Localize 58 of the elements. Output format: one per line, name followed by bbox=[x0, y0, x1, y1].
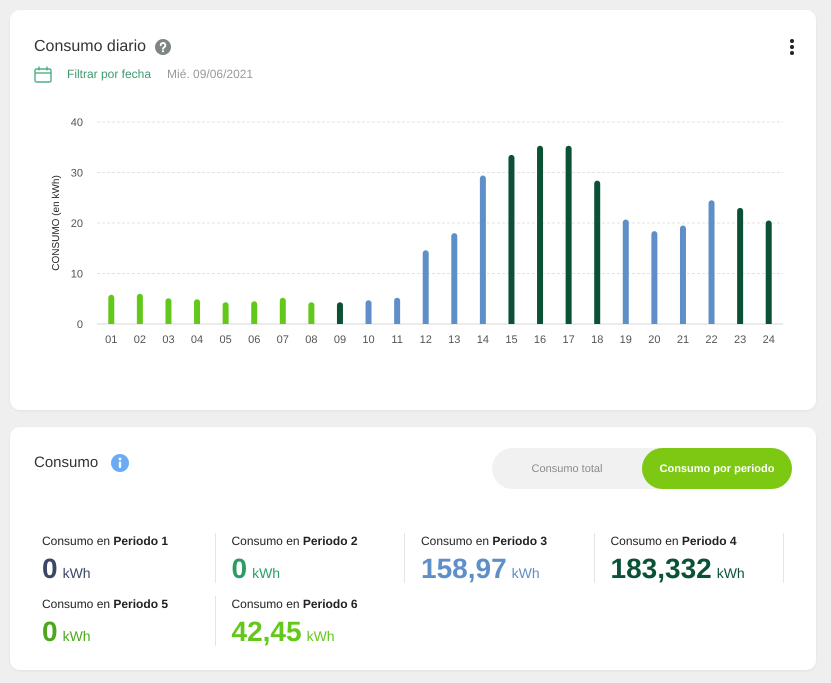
card-title: Consumo bbox=[34, 454, 98, 471]
period-unit: kWh bbox=[512, 565, 540, 581]
period-label: Consumo en Periodo 5 bbox=[42, 597, 168, 611]
y-tick-label: 30 bbox=[70, 168, 83, 180]
x-tick-label: 15 bbox=[505, 334, 518, 346]
period-unit: kWh bbox=[306, 628, 335, 644]
filter-date-link[interactable]: Filtrar por fecha bbox=[67, 67, 152, 81]
x-tick-label: 05 bbox=[220, 334, 232, 346]
period-value: 0 bbox=[232, 553, 248, 585]
period-value: 42,45 bbox=[232, 616, 302, 648]
period-unit: kWh bbox=[62, 565, 91, 581]
x-tick-label: 22 bbox=[705, 334, 718, 346]
x-tick-label: 03 bbox=[162, 334, 175, 346]
x-tick-label: 19 bbox=[620, 334, 632, 346]
x-tick-label: 14 bbox=[476, 334, 489, 346]
period-value: 0 bbox=[42, 616, 58, 648]
period-unit: kWh bbox=[252, 565, 280, 581]
x-tick-label: 11 bbox=[391, 334, 403, 346]
x-tick-label: 01 bbox=[105, 334, 118, 346]
x-tick-label: 12 bbox=[420, 334, 432, 346]
y-axis-title: CONSUMO (en kWh) bbox=[51, 175, 62, 271]
y-tick-label: 20 bbox=[70, 218, 83, 230]
info-icon[interactable] bbox=[111, 454, 130, 472]
x-tick-label: 13 bbox=[448, 334, 460, 346]
x-tick-label: 17 bbox=[562, 334, 575, 346]
more-menu-icon[interactable] bbox=[790, 39, 794, 55]
period-value: 183,332 bbox=[610, 553, 712, 585]
toggle-option[interactable]: Consumo total bbox=[492, 448, 642, 489]
x-tick-label: 07 bbox=[276, 334, 289, 346]
help-icon[interactable] bbox=[155, 39, 172, 55]
x-tick-label: 20 bbox=[648, 334, 660, 346]
y-tick-label: 40 bbox=[70, 117, 83, 129]
period-label: Consumo en Periodo 3 bbox=[421, 534, 548, 548]
period-label: Consumo en Periodo 2 bbox=[232, 534, 358, 548]
y-tick-label: 0 bbox=[76, 319, 83, 331]
calendar-icon[interactable] bbox=[34, 66, 52, 82]
period-value: 0 bbox=[42, 553, 58, 585]
x-tick-label: 02 bbox=[134, 334, 146, 346]
x-tick-label: 21 bbox=[676, 334, 690, 346]
period-label: Consumo en Periodo 1 bbox=[42, 534, 168, 548]
x-tick-label: 16 bbox=[534, 334, 546, 346]
period-label: Consumo en Periodo 6 bbox=[232, 597, 358, 611]
x-tick-label: 09 bbox=[334, 334, 346, 346]
period-unit: kWh bbox=[716, 565, 745, 581]
toggle-option[interactable]: Consumo por periodo bbox=[642, 448, 792, 489]
x-tick-label: 06 bbox=[248, 334, 260, 346]
x-tick-label: 23 bbox=[734, 334, 746, 346]
x-tick-label: 10 bbox=[362, 334, 375, 346]
card-title: Consumo diario bbox=[34, 38, 146, 56]
selected-date: Mié. 09/06/2021 bbox=[167, 67, 254, 81]
period-unit: kWh bbox=[62, 628, 91, 644]
x-tick-label: 04 bbox=[190, 334, 204, 346]
x-tick-label: 24 bbox=[762, 334, 775, 346]
x-tick-label: 18 bbox=[591, 334, 604, 346]
x-tick-label: 08 bbox=[305, 334, 318, 346]
y-tick-label: 10 bbox=[70, 268, 83, 280]
period-value: 158,97 bbox=[421, 553, 507, 585]
period-label: Consumo en Periodo 4 bbox=[610, 534, 737, 548]
